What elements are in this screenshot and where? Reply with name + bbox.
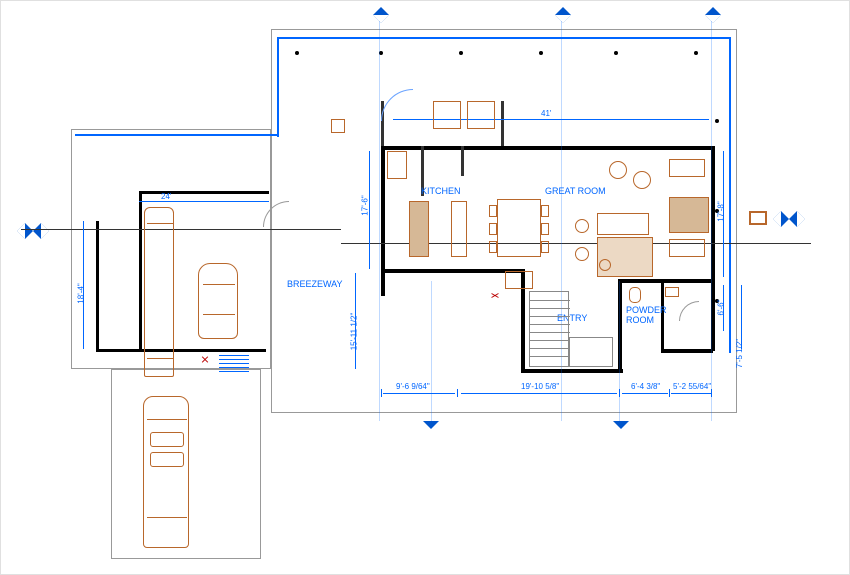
room-label-breezeway: BREEZEWAY	[287, 279, 343, 289]
wall-segment	[521, 369, 623, 373]
armchair-icon	[633, 171, 651, 189]
dim-label: 17'-8"	[717, 201, 726, 221]
console-table-icon	[505, 271, 533, 289]
dining-chair-icon	[541, 241, 549, 253]
lamp-icon	[599, 259, 611, 271]
dim-line	[671, 393, 711, 394]
armchair-icon	[609, 161, 627, 179]
elevation-marker-icon	[789, 211, 805, 227]
dining-chair-icon	[489, 223, 497, 235]
wall-segment	[461, 146, 464, 176]
threshold-icon	[219, 359, 249, 360]
elevation-marker-icon	[555, 7, 571, 23]
grid-marker-icon	[539, 51, 543, 55]
tv-unit-icon	[669, 239, 705, 257]
grid-marker-icon	[459, 51, 463, 55]
dim-label: 6'-4 3/8"	[631, 382, 660, 391]
fireplace-icon	[669, 197, 709, 233]
dim-tick	[619, 389, 620, 397]
threshold-icon	[219, 367, 249, 368]
room-label-powder-room: POWDER ROOM	[626, 306, 667, 326]
section-line	[21, 229, 341, 230]
dim-line	[139, 201, 269, 202]
dim-label: 17'-6"	[361, 195, 370, 215]
section-line	[431, 281, 432, 421]
threshold-icon	[219, 355, 249, 356]
dim-label: 15'-11 1/2"	[349, 313, 358, 351]
section-line	[619, 281, 620, 421]
window-icon	[749, 211, 767, 225]
dim-label: 6'-6"	[716, 300, 725, 316]
wall-segment	[501, 101, 504, 146]
grid-marker-icon	[614, 51, 618, 55]
elevation-marker-icon	[613, 413, 629, 429]
stair-landing-icon	[569, 337, 613, 367]
wall-segment	[381, 146, 711, 150]
sofa-icon	[597, 213, 649, 235]
counter-island	[409, 201, 429, 257]
wall-segment	[96, 221, 99, 351]
perimeter-line	[729, 37, 731, 353]
dim-tick	[457, 389, 458, 397]
dim-line	[461, 393, 617, 394]
wall-segment	[139, 191, 142, 349]
side-chair-icon	[575, 247, 589, 261]
range-icon	[433, 101, 461, 129]
dim-line	[383, 393, 455, 394]
dim-tick	[669, 389, 670, 397]
elevation-marker-icon	[773, 211, 789, 227]
grid-marker-icon	[694, 51, 698, 55]
dim-label: 5'-2 55/64"	[673, 382, 711, 391]
wall-segment	[139, 191, 269, 194]
fridge-icon	[387, 151, 407, 179]
room-label-kitchen: KITCHEN	[421, 186, 461, 196]
grid-marker-icon	[295, 51, 299, 55]
floor-plan-canvas[interactable]: 41' 17'-6" 17'-8" 6'-6" 7'-5 1/2" 15'-11…	[0, 0, 850, 575]
perimeter-line	[277, 37, 731, 39]
dim-label: 24'	[161, 192, 171, 201]
sink-icon	[665, 287, 679, 297]
dining-table	[497, 199, 541, 257]
perimeter-line	[277, 37, 279, 137]
car-vehicle-icon	[198, 263, 238, 339]
side-chair-icon	[575, 219, 589, 233]
dining-chair-icon	[489, 205, 497, 217]
wall-segment	[661, 349, 713, 353]
wall-segment	[96, 349, 266, 352]
wall-segment	[618, 279, 713, 283]
dim-label: 19'-10 5/8"	[521, 382, 559, 391]
section-line	[711, 21, 712, 421]
dim-label: 9'-6 9/64"	[396, 382, 430, 391]
dim-tick	[711, 389, 712, 397]
dim-label: 7'-5 1/2"	[735, 339, 744, 368]
tv-unit-icon	[669, 159, 705, 177]
dim-line	[622, 393, 668, 394]
dim-label: 41'	[541, 109, 551, 118]
perimeter-line	[75, 134, 279, 136]
dining-chair-icon	[541, 205, 549, 217]
counter-island	[451, 201, 467, 257]
van-vehicle-icon	[143, 396, 189, 548]
wall-segment	[381, 146, 385, 296]
dining-chair-icon	[541, 223, 549, 235]
threshold-icon	[219, 371, 249, 372]
room-label-great-room: GREAT ROOM	[545, 186, 606, 196]
elevation-marker-icon	[17, 223, 33, 239]
section-line	[379, 21, 380, 421]
dining-chair-icon	[489, 241, 497, 253]
wall-segment	[381, 269, 521, 273]
grid-marker-icon	[715, 119, 719, 123]
dim-label: 18'-4"	[77, 283, 86, 303]
dim-tick	[381, 389, 382, 397]
threshold-icon	[219, 363, 249, 364]
toilet-icon	[629, 287, 641, 303]
sink-icon	[467, 101, 495, 129]
elevation-marker-icon	[705, 7, 721, 23]
rug-icon	[597, 237, 653, 277]
elevation-marker-icon	[33, 223, 49, 239]
elevation-marker-icon	[373, 7, 389, 23]
stair-icon	[529, 291, 569, 367]
rv-vehicle-icon	[144, 207, 174, 377]
stool-icon	[331, 119, 345, 133]
